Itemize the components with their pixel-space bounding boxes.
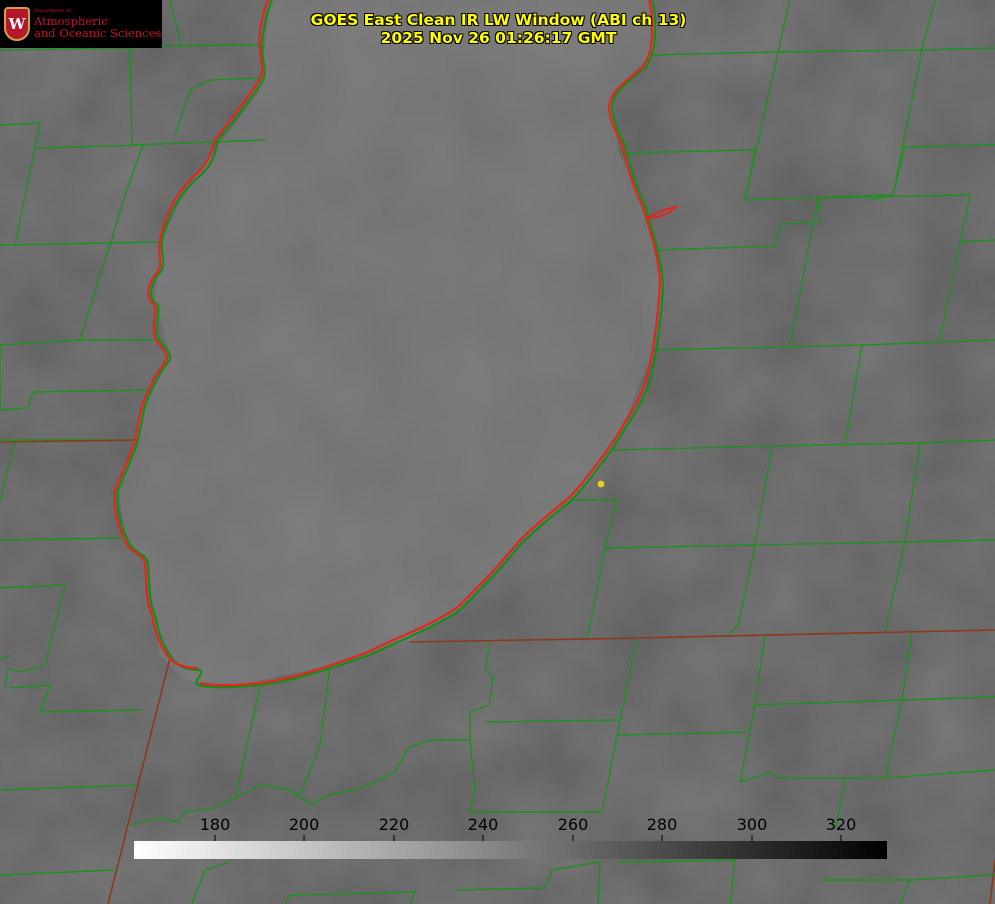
- satellite-map: 180 200 220 240 260 280 300 320: [0, 0, 995, 904]
- image-title: GOES East Clean IR LW Window (ABI ch 13)…: [0, 11, 995, 47]
- colorbar-gradient: [134, 841, 887, 859]
- colorbar-tick-label: 200: [289, 815, 320, 834]
- colorbar-tick-label: 300: [737, 815, 768, 834]
- colorbar-tick-label: 180: [200, 815, 231, 834]
- colorbar-tick-label: 220: [379, 815, 410, 834]
- title-timestamp: 2025 Nov 26 01:26:17 GMT: [380, 29, 617, 47]
- colorbar-tick-label: 320: [826, 815, 857, 834]
- colorbar-tick-label: 240: [468, 815, 499, 834]
- title-line-1: GOES East Clean IR LW Window (ABI ch 13): [310, 11, 687, 29]
- location-marker: [597, 480, 605, 488]
- colorbar-tick-label: 280: [647, 815, 678, 834]
- colorbar-tick-label: 260: [558, 815, 589, 834]
